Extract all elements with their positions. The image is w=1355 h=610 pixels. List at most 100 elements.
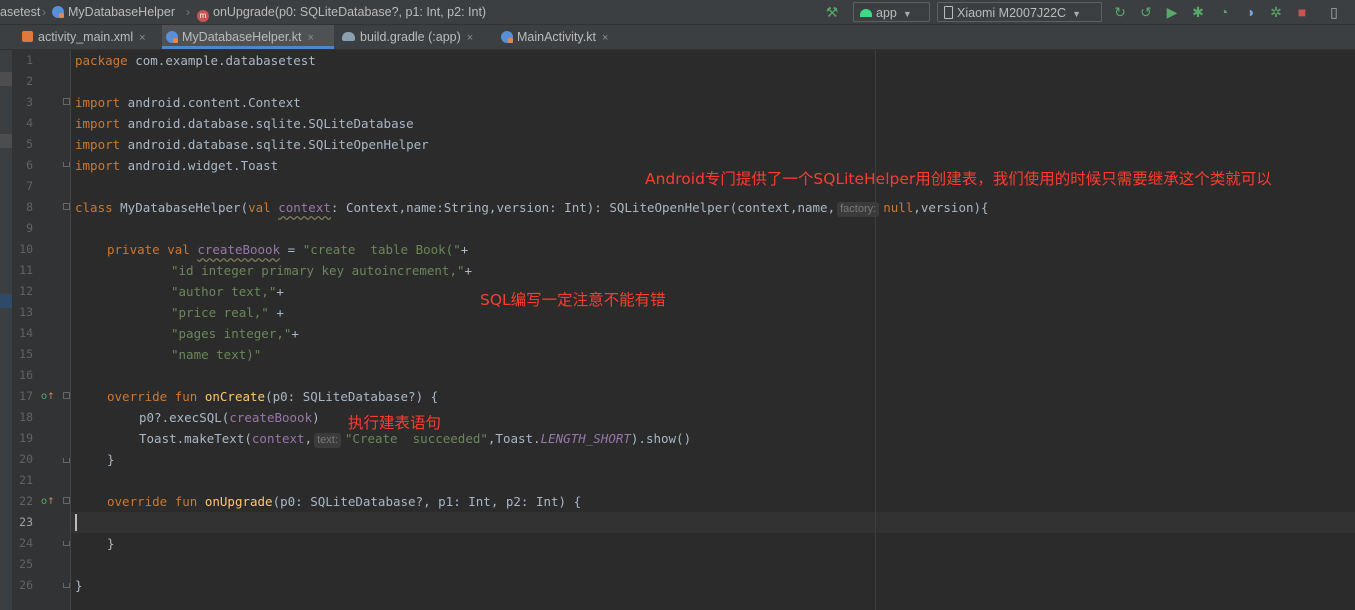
fold-end-icon[interactable] — [63, 583, 70, 588]
tool-window-strip — [0, 50, 13, 610]
breadcrumb-separator-icon: › — [186, 5, 190, 19]
debug-icon[interactable]: ✱ — [1188, 2, 1208, 22]
code-line-11: "id integer primary key autoincrement,"+ — [171, 263, 473, 278]
fold-end-icon[interactable] — [63, 458, 70, 463]
selected-marker[interactable] — [0, 294, 12, 308]
tab-mainactivity-kt[interactable]: MainActivity.kt × — [497, 25, 627, 49]
tab-activity-main-xml[interactable]: activity_main.xml × — [18, 25, 160, 49]
breadcrumb-project[interactable]: asetest — [0, 0, 40, 24]
code-line-4: import android.database.sqlite.SQLiteDat… — [75, 116, 414, 131]
kotlin-class-icon — [52, 6, 64, 18]
structure-marker[interactable] — [0, 72, 12, 86]
profile-icon[interactable]: ◔ — [1214, 2, 1234, 22]
code-line-8: class MyDatabaseHelper(val context: Cont… — [75, 200, 989, 217]
kotlin-file-icon — [166, 31, 178, 43]
line-number: 6 — [26, 158, 33, 172]
line-number: 16 — [19, 368, 33, 382]
line-number: 2 — [26, 74, 33, 88]
apply-code-changes-icon[interactable]: ↺ — [1136, 2, 1156, 22]
tab-label: MyDatabaseHelper.kt — [182, 30, 302, 44]
line-number: 25 — [19, 557, 33, 571]
line-number: 18 — [19, 410, 33, 424]
structure-marker[interactable] — [0, 134, 12, 148]
line-number: 15 — [19, 347, 33, 361]
close-icon[interactable]: × — [602, 32, 608, 44]
line-number: 4 — [26, 116, 33, 130]
annotation-sql-note: SQL编写一定注意不能有错 — [480, 291, 666, 309]
fold-toggle-icon[interactable] — [63, 392, 70, 399]
gradle-icon — [342, 32, 355, 41]
editor-tab-bar: activity_main.xml × MyDatabaseHelper.kt × … — [0, 25, 1355, 50]
line-number: 9 — [26, 221, 33, 235]
xml-file-icon — [22, 31, 33, 42]
code-line-13: "price real," + — [171, 305, 284, 320]
chevron-down-icon: ▼ — [1072, 9, 1082, 19]
fold-toggle-icon[interactable] — [63, 497, 70, 504]
fold-toggle-icon[interactable] — [63, 98, 70, 105]
attach-debugger-icon[interactable]: ◑ — [1240, 2, 1260, 22]
override-method-icon[interactable]: o↑ — [41, 386, 55, 407]
parameter-hint: text: — [314, 433, 341, 448]
line-number: 3 — [26, 95, 33, 109]
code-line-5: import android.database.sqlite.SQLiteOpe… — [75, 137, 429, 152]
run-icon[interactable]: ▶ — [1162, 2, 1182, 22]
kotlin-file-icon — [501, 31, 513, 43]
override-method-icon[interactable]: o↑ — [41, 491, 55, 512]
breadcrumb-separator-icon: › — [42, 5, 46, 19]
close-icon[interactable]: × — [139, 32, 145, 44]
code-line-12: "author text,"+ — [171, 284, 284, 299]
close-icon[interactable]: × — [308, 32, 314, 44]
fold-toggle-icon[interactable] — [63, 203, 70, 210]
line-number: 5 — [26, 137, 33, 151]
code-line-17: override fun onCreate(p0: SQLiteDatabase… — [107, 389, 439, 404]
code-line-3: import android.content.Context — [75, 95, 301, 110]
annotation-helper-note: Android专门提供了一个SQLiteHelper用创建表，我们使用的时候只需… — [645, 170, 1272, 188]
code-line-26: } — [75, 578, 83, 593]
apply-changes-icon[interactable]: ↻ — [1110, 2, 1130, 22]
annotation-exec-note: 执行建表语句 — [348, 414, 442, 432]
code-line-22: override fun onUpgrade(p0: SQLiteDatabas… — [107, 494, 582, 509]
right-margin-guide — [875, 50, 876, 610]
line-number: 17 — [19, 389, 33, 403]
tab-build-gradle[interactable]: build.gradle (:app) × — [338, 25, 492, 49]
code-line-14: "pages integer,"+ — [171, 326, 299, 341]
breadcrumb-file[interactable]: MyDatabaseHelper — [52, 0, 175, 24]
line-number-current: 23 — [19, 515, 33, 529]
close-icon[interactable]: × — [467, 32, 473, 44]
run-config-label: app — [876, 6, 897, 20]
stop-icon[interactable]: ■ — [1292, 2, 1312, 22]
breadcrumb-file-label: MyDatabaseHelper — [68, 5, 175, 19]
text-caret — [75, 514, 77, 531]
attach-process-icon[interactable]: ✲ — [1266, 2, 1286, 22]
code-line-6: import android.widget.Toast — [75, 158, 279, 173]
line-number: 10 — [19, 242, 33, 256]
code-line-18: p0?.execSQL(createBoook) — [139, 410, 320, 425]
line-number: 19 — [19, 431, 33, 445]
line-number: 26 — [19, 578, 33, 592]
device-manager-icon[interactable]: ▯ — [1324, 2, 1344, 22]
line-number: 21 — [19, 473, 33, 487]
line-number: 8 — [26, 200, 33, 214]
code-line-24: } — [107, 536, 115, 551]
line-number: 7 — [26, 179, 33, 193]
line-number: 22 — [19, 494, 33, 508]
line-number: 20 — [19, 452, 33, 466]
code-line-10: private val createBoook = "create table … — [107, 242, 469, 257]
fold-end-icon[interactable] — [63, 162, 70, 167]
line-number: 14 — [19, 326, 33, 340]
navigation-bar: asetest › MyDatabaseHelper › m onUpgrade(… — [0, 0, 1355, 25]
tab-mydatabasehelper-kt[interactable]: MyDatabaseHelper.kt × — [162, 25, 334, 49]
code-line-20: } — [107, 452, 115, 467]
build-hammer-icon[interactable]: ⚒ — [822, 2, 842, 22]
code-editor[interactable]: package com.example.databasetest import … — [71, 50, 1355, 610]
device-label: Xiaomi M2007J22C — [957, 6, 1067, 20]
tab-label: build.gradle (:app) — [360, 30, 461, 44]
line-number: 11 — [19, 263, 33, 277]
breadcrumb-method[interactable]: m onUpgrade(p0: SQLiteDatabase?, p1: Int,… — [197, 0, 486, 24]
run-config-select[interactable]: app ▼ — [853, 2, 930, 22]
fold-end-icon[interactable] — [63, 541, 70, 546]
phone-icon — [944, 6, 953, 19]
device-select[interactable]: Xiaomi M2007J22C ▼ — [937, 2, 1102, 22]
line-number: 1 — [26, 53, 33, 67]
tab-label: activity_main.xml — [38, 30, 134, 44]
